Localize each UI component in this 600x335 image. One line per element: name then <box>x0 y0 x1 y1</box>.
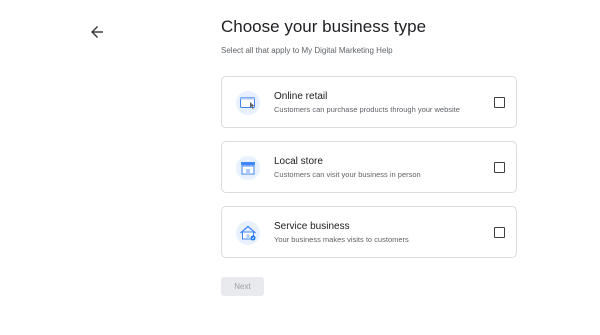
option-card-local-store[interactable]: Local store Customers can visit your bus… <box>221 141 517 193</box>
option-title: Online retail <box>274 91 328 102</box>
option-checkbox-local-store[interactable] <box>494 162 505 173</box>
option-title: Service business <box>274 221 350 232</box>
next-button[interactable]: Next <box>221 277 264 296</box>
online-retail-icon <box>236 91 260 115</box>
page-title: Choose your business type <box>221 17 427 36</box>
option-description: Customers can purchase products through … <box>274 105 460 114</box>
option-title: Local store <box>274 156 323 167</box>
option-card-service-business[interactable]: Service business Your business makes vis… <box>221 206 517 258</box>
option-description: Customers can visit your business in per… <box>274 170 421 179</box>
option-description: Your business makes visits to customers <box>274 235 409 244</box>
option-card-online-retail[interactable]: Online retail Customers can purchase pro… <box>221 76 517 128</box>
back-arrow-icon[interactable] <box>88 23 106 41</box>
option-checkbox-service-business[interactable] <box>494 227 505 238</box>
page-subtitle: Select all that apply to My Digital Mark… <box>221 46 393 55</box>
business-type-page: Choose your business type Select all tha… <box>0 0 600 335</box>
service-business-icon <box>236 221 260 245</box>
option-checkbox-online-retail[interactable] <box>494 97 505 108</box>
local-store-icon <box>236 156 260 180</box>
